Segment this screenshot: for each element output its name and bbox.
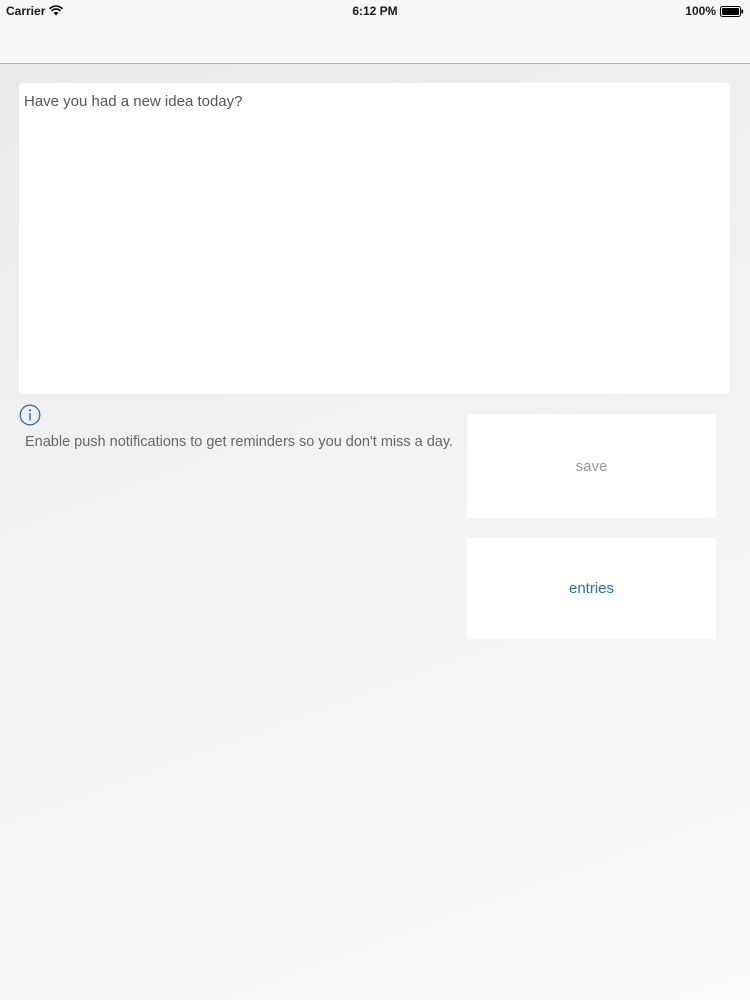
push-notification-notice: Enable push notifications to get reminde… [25, 434, 454, 450]
navigation-bar [0, 22, 750, 64]
idea-text-input[interactable] [19, 83, 730, 394]
info-icon[interactable] [19, 404, 41, 426]
entries-button[interactable]: entries [467, 538, 716, 639]
status-right: 100% [685, 4, 744, 18]
save-button[interactable]: save [467, 414, 716, 518]
battery-icon [720, 5, 744, 17]
status-bar: Carrier 6:12 PM 100% [0, 0, 750, 22]
battery-percent: 100% [685, 4, 716, 18]
status-time: 6:12 PM [352, 4, 398, 18]
